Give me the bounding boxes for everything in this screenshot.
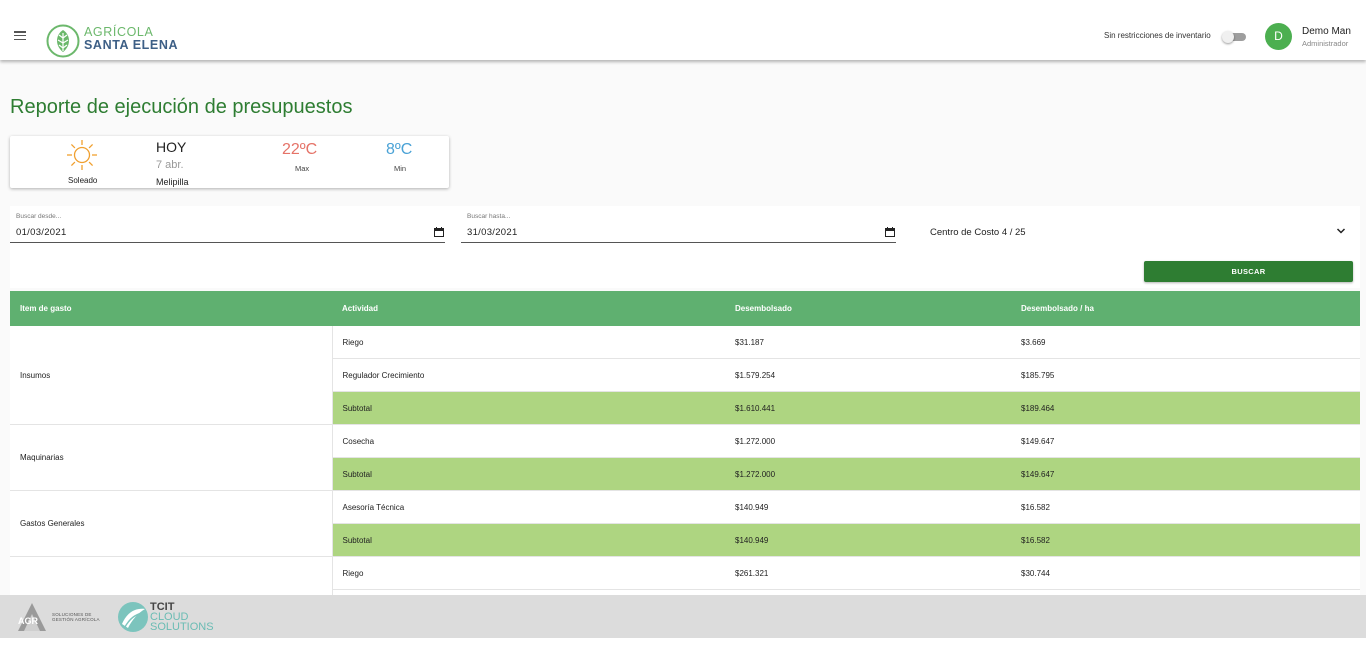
hamburger-menu-icon[interactable] (14, 31, 26, 41)
top-app-bar: AGRÍCOLA SANTA ELENA Sin restricciones d… (0, 0, 1366, 60)
table-header-row: Item de gasto Actividad Desembolsado Des… (10, 291, 1360, 326)
disbursed-cell: $1.272.000 (725, 457, 1011, 491)
sun-icon (67, 140, 97, 170)
table-row: Insumos Riego $31.187 $3.669 (10, 326, 1360, 425)
activity-cell: Riego (332, 326, 725, 359)
column-header-item[interactable]: Item de gasto (10, 291, 332, 326)
toggle-thumb (1222, 31, 1234, 43)
disbursed-cell: $140.949 (725, 523, 1011, 557)
min-temperature: 8ºC (386, 141, 413, 158)
disbursed-cell: $1.579.254 (725, 358, 1011, 392)
cost-center-select[interactable]: Centro de Costo 4 / 25 (924, 221, 1346, 241)
table-row: Riego $261.321 $30.744 (10, 556, 1360, 595)
weather-day: HOY (156, 139, 187, 155)
inventory-toggle-label: Sin restricciones de inventario (1104, 31, 1211, 40)
column-header-activity[interactable]: Actividad (332, 291, 725, 326)
user-name: Demo Man (1302, 26, 1351, 37)
agr-logo-text: AGR (18, 616, 39, 626)
footer: AGR SOLUCIONES DE GESTIÓN AGRÍCOLA TCIT … (0, 595, 1366, 638)
date-to-field[interactable]: Buscar hasta... 31/03/2021 (461, 212, 896, 243)
disbursed-cell: $140.949 (725, 490, 1011, 524)
disbursed-per-ha-cell: $16.582 (1011, 523, 1360, 557)
disbursed-cell: $1.272.000 (725, 424, 1011, 458)
activity-cell: Subtotal (332, 457, 725, 491)
column-header-disbursed[interactable]: Desembolsado (725, 291, 1011, 326)
chevron-down-icon[interactable] (1336, 227, 1346, 235)
item-cell: Maquinarias (10, 424, 333, 491)
tcit-company-text: TCIT CLOUD SOLUTIONS (150, 602, 214, 633)
avatar[interactable]: D (1265, 23, 1292, 50)
page-title: Reporte de ejecución de presupuestos (10, 96, 353, 118)
disbursed-per-ha-cell: $149.647 (1011, 424, 1360, 458)
disbursed-per-ha-cell: $30.744 (1011, 556, 1360, 590)
table-row: Gastos Generales Asesoría Técnica $140.9… (10, 490, 1360, 557)
item-cell: Gastos Generales (10, 490, 333, 557)
leaf-logo-icon (46, 24, 80, 58)
activity-cell: Subtotal (332, 391, 725, 425)
disbursed-per-ha-cell: $16.582 (1011, 490, 1360, 524)
agr-text-line-2: GESTIÓN AGRÍCOLA (52, 617, 100, 622)
search-button[interactable]: BUSCAR (1144, 261, 1353, 282)
weather-date: 7 abr. (156, 159, 184, 171)
bottom-strip (0, 638, 1366, 657)
tcit-line-3: SOLUTIONS (150, 621, 214, 633)
column-header-disbursed-per-ha[interactable]: Desembolsado / ha (1011, 291, 1360, 326)
weather-city: Melipilla (156, 177, 189, 187)
inventory-toggle[interactable] (1222, 31, 1246, 43)
activity-cell: Subtotal (332, 523, 725, 557)
tcit-logo-icon (118, 602, 148, 632)
user-role: Administrador (1302, 39, 1349, 48)
activity-cell: Cosecha (332, 424, 725, 458)
budget-table-container: Item de gasto Actividad Desembolsado Des… (10, 291, 1360, 595)
cost-center-value: Centro de Costo 4 / 25 (930, 227, 1026, 238)
date-from-label: Buscar desde... (16, 213, 62, 220)
brand-line-2: SANTA ELENA (84, 38, 179, 52)
agr-logo-icon: AGR (18, 603, 46, 631)
disbursed-cell: $261.321 (725, 556, 1011, 590)
activity-cell: Riego (332, 556, 725, 590)
activity-cell: Regulador Crecimiento (332, 358, 725, 392)
calendar-icon[interactable] (885, 227, 895, 237)
date-to-value[interactable]: 31/03/2021 (467, 227, 518, 238)
date-to-label: Buscar hasta... (467, 213, 511, 220)
disbursed-per-ha-cell: $149.647 (1011, 457, 1360, 491)
weather-card: Soleado HOY 7 abr. Melipilla 22ºC Max 8º… (10, 136, 449, 188)
max-temperature-label: Max (295, 164, 310, 173)
max-temperature: 22ºC (282, 141, 318, 158)
disbursed-per-ha-cell: $185.795 (1011, 358, 1360, 392)
activity-cell: Asesoría Técnica (332, 490, 725, 524)
disbursed-per-ha-cell: $189.464 (1011, 391, 1360, 425)
agr-company-text: SOLUCIONES DE GESTIÓN AGRÍCOLA (52, 612, 100, 622)
budget-table: Item de gasto Actividad Desembolsado Des… (10, 291, 1360, 595)
date-from-field[interactable]: Buscar desde... 01/03/2021 (10, 212, 445, 243)
item-cell: Insumos (10, 326, 333, 425)
table-row: Maquinarias Cosecha $1.272.000 $149.647 (10, 424, 1360, 491)
disbursed-cell: $31.187 (725, 326, 1011, 359)
item-cell (10, 556, 333, 595)
brand-name: AGRÍCOLA SANTA ELENA (84, 26, 178, 52)
disbursed-cell: $1.610.441 (725, 391, 1011, 425)
calendar-icon[interactable] (434, 227, 444, 237)
date-from-value[interactable]: 01/03/2021 (16, 227, 67, 238)
min-temperature-label: Min (394, 164, 407, 173)
weather-condition: Soleado (68, 176, 98, 185)
disbursed-per-ha-cell: $3.669 (1011, 326, 1360, 359)
filter-panel: Buscar desde... 01/03/2021 Buscar hasta.… (10, 206, 1360, 288)
